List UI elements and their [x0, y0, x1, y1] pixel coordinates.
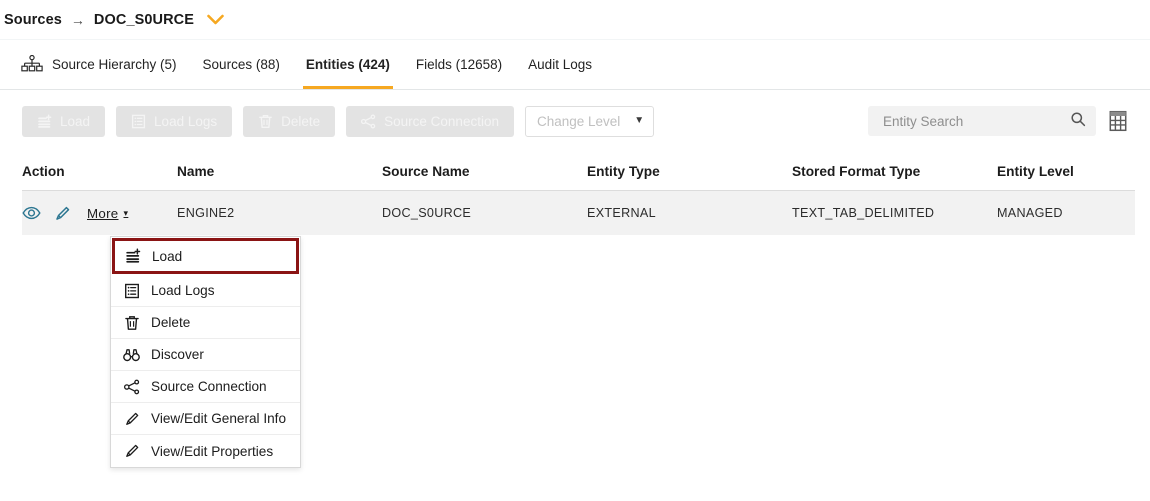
button-label: Load	[60, 113, 91, 129]
tab-audit-logs[interactable]: Audit Logs	[515, 40, 605, 89]
share-nodes-icon	[361, 114, 376, 129]
tab-label: Fields (12658)	[415, 57, 503, 72]
hierarchy-icon	[21, 55, 43, 74]
eye-icon[interactable]	[22, 206, 41, 220]
entities-table: Action Name Source Name Entity Type Stor…	[0, 152, 1150, 235]
menu-item-label: Delete	[151, 315, 191, 330]
menu-item-view-edit-general-info[interactable]: View/Edit General Info	[111, 403, 300, 435]
source-connection-button[interactable]: Source Connection	[346, 105, 514, 137]
change-level-value: Change Level	[536, 113, 621, 129]
menu-item-label: View/Edit General Info	[151, 411, 287, 426]
column-header-entity-type: Entity Type	[587, 163, 660, 179]
toolbar: Load Load Logs Delete Source Connection …	[0, 90, 1150, 152]
tab-sources[interactable]: Sources (88)	[190, 40, 293, 89]
binoculars-icon	[123, 348, 140, 362]
tab-source-hierarchy[interactable]: Source Hierarchy (5)	[8, 40, 190, 89]
search-icon[interactable]	[1070, 111, 1086, 132]
caret-down-icon: ▾	[123, 207, 129, 218]
entity-search[interactable]	[868, 106, 1096, 136]
cell-source-name: DOC_S0URCE	[382, 206, 472, 220]
tab-label: Audit Logs	[528, 57, 592, 72]
load-icon	[124, 248, 141, 264]
button-label: Load Logs	[154, 113, 218, 129]
button-label: Source Connection	[384, 113, 499, 129]
load-logs-icon	[123, 283, 140, 299]
menu-item-source-connection[interactable]: Source Connection	[111, 371, 300, 403]
more-actions-link[interactable]: More ▾	[87, 206, 128, 221]
menu-item-load[interactable]: Load	[111, 237, 300, 275]
menu-item-label: Load Logs	[151, 283, 215, 298]
cell-stored-format-type: TEXT_TAB_DELIMITED	[792, 206, 935, 220]
load-logs-icon	[131, 114, 146, 129]
menu-item-label: Discover	[151, 347, 204, 362]
trash-icon	[258, 114, 273, 129]
row-action-cell: More ▾	[22, 205, 177, 222]
breadcrumb-root[interactable]: Sources	[4, 12, 62, 28]
search-input[interactable]	[881, 112, 1070, 130]
change-level-select[interactable]: Change Level ▼	[524, 105, 655, 137]
column-header-source-name: Source Name	[382, 163, 470, 179]
load-icon	[37, 113, 52, 129]
column-header-name: Name	[177, 163, 215, 179]
menu-item-label: Source Connection	[151, 379, 267, 394]
table-row[interactable]: More ▾ ENGINE2 DOC_S0URCE EXTERNAL TEXT_…	[22, 191, 1135, 235]
column-header-stored-format-type: Stored Format Type	[792, 163, 921, 179]
menu-item-load-logs[interactable]: Load Logs	[111, 275, 300, 307]
column-header-action: Action	[22, 163, 65, 179]
pencil-icon[interactable]	[54, 205, 71, 222]
chevron-down-icon[interactable]	[207, 14, 224, 25]
menu-item-label: View/Edit Properties	[151, 443, 274, 459]
trash-icon	[123, 315, 140, 331]
breadcrumb-separator-icon: →	[70, 11, 85, 28]
menu-item-delete[interactable]: Delete	[111, 307, 300, 339]
load-logs-button[interactable]: Load Logs	[116, 105, 233, 137]
menu-item-view-edit-properties[interactable]: View/Edit Properties	[111, 435, 300, 467]
pencil-icon	[123, 443, 140, 459]
delete-button[interactable]: Delete	[243, 105, 336, 137]
button-label: Delete	[281, 113, 321, 129]
table-grid-icon[interactable]	[1108, 110, 1128, 132]
share-nodes-icon	[123, 379, 140, 395]
load-button[interactable]: Load	[22, 105, 106, 137]
tab-label: Entities (424)	[305, 57, 390, 72]
more-label: More	[87, 205, 119, 221]
tab-entities[interactable]: Entities (424)	[293, 40, 403, 89]
cell-entity-level: MANAGED	[997, 206, 1063, 220]
tab-fields[interactable]: Fields (12658)	[403, 40, 515, 89]
pencil-icon	[123, 411, 140, 427]
cell-name: ENGINE2	[177, 206, 235, 220]
toolbar-right-group	[868, 106, 1128, 136]
menu-item-label: Load	[152, 248, 183, 264]
column-header-entity-level: Entity Level	[997, 163, 1074, 179]
breadcrumb: Sources → DOC_S0URCE	[0, 0, 1150, 40]
menu-item-discover[interactable]: Discover	[111, 339, 300, 371]
breadcrumb-current: DOC_S0URCE	[93, 11, 195, 28]
caret-down-icon: ▼	[634, 115, 645, 126]
table-header-row: Action Name Source Name Entity Type Stor…	[22, 152, 1135, 191]
cell-entity-type: EXTERNAL	[587, 206, 656, 220]
more-actions-menu: Load Load Logs Delete Discover Source Co…	[110, 236, 301, 468]
tab-label: Source Hierarchy (5)	[52, 57, 177, 72]
tab-bar: Source Hierarchy (5) Sources (88) Entiti…	[0, 40, 1150, 90]
tab-label: Sources (88)	[202, 57, 280, 72]
